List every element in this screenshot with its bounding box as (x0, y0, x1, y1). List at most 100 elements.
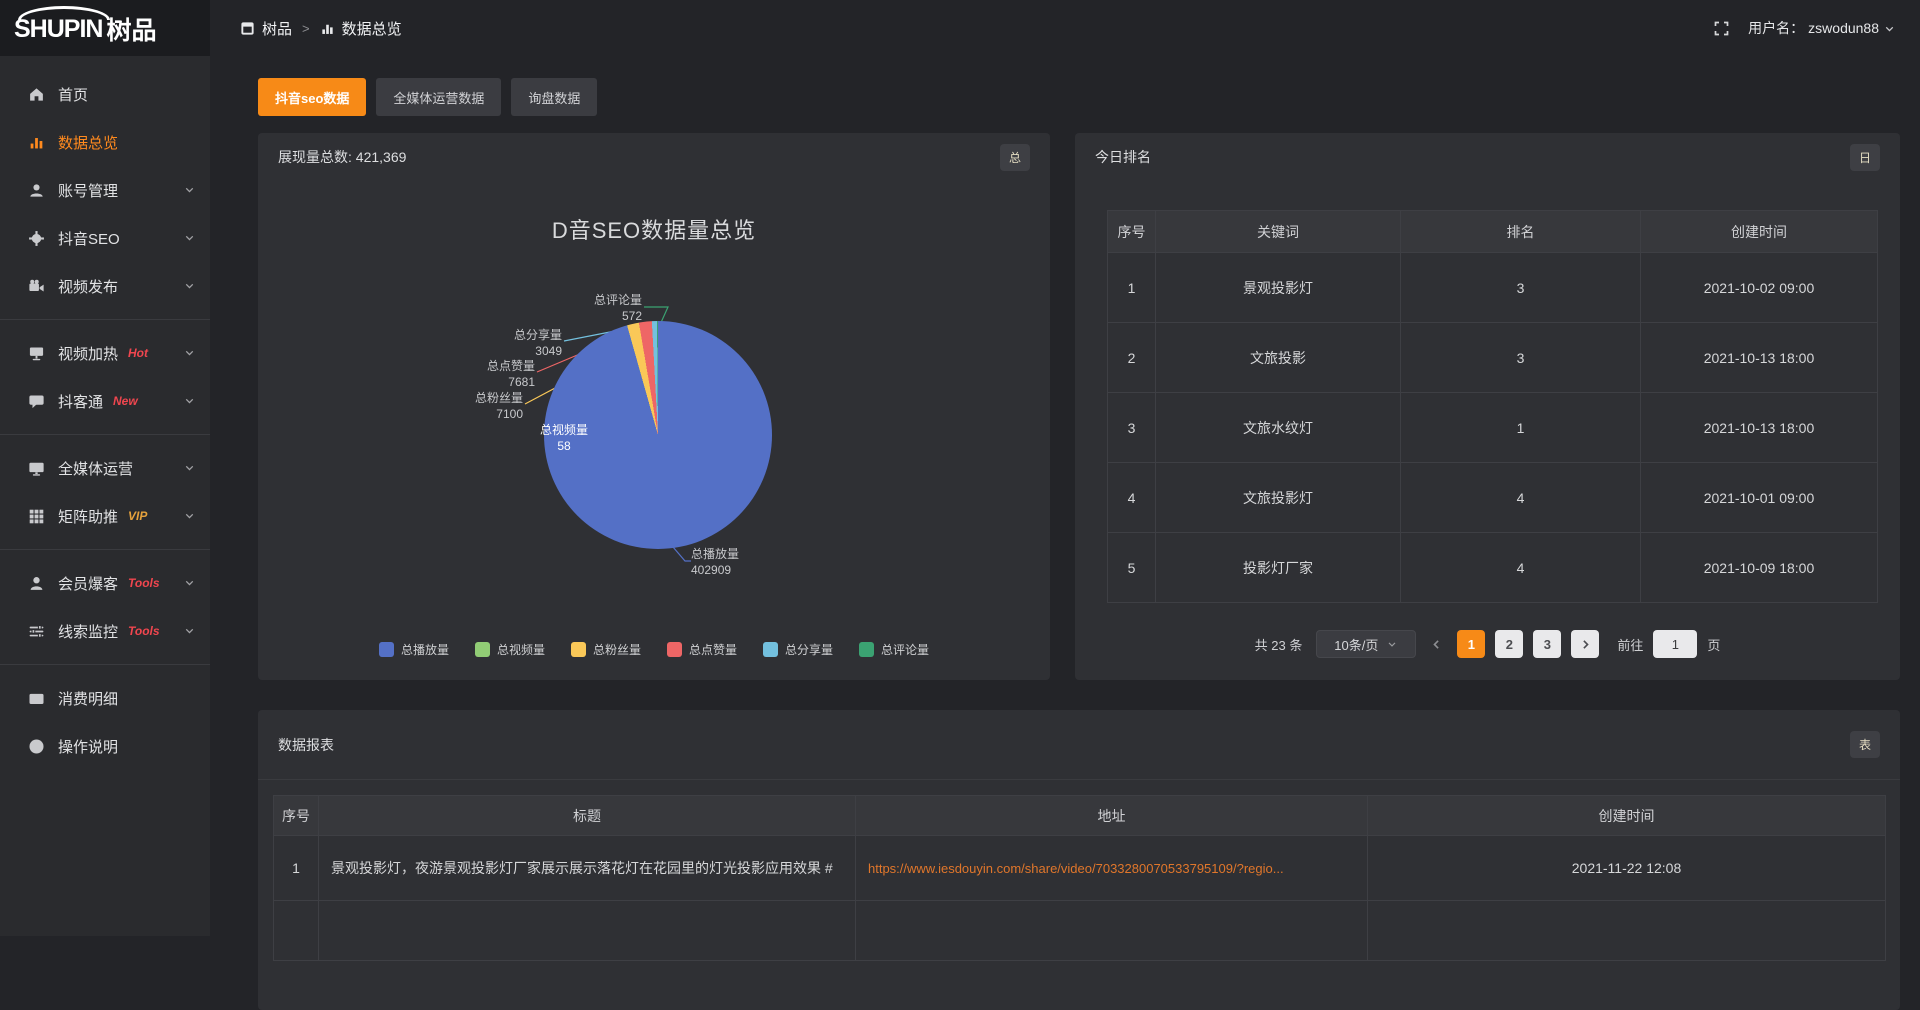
wallet-icon (28, 690, 45, 707)
breadcrumb: 树品 > 数据总览 (240, 0, 402, 56)
page-button-3[interactable]: 3 (1533, 630, 1561, 658)
pie-chart: D音SEO数据量总览 总评论量572 总分享量3049 总点赞量7681 总粉丝… (258, 181, 1050, 680)
cell-keyword: 文旅投影 (1156, 323, 1401, 393)
ranking-row: 4 文旅投影灯 4 2021-10-01 09:00 (1108, 463, 1878, 533)
overview-total-text: 展现量总数: 421,369 (278, 147, 406, 167)
ranking-table: 序号 关键词 排名 创建时间 1 景观投影灯 3 2021-10-02 09:0… (1107, 210, 1878, 603)
chevron-down-icon (183, 509, 196, 522)
page-button-1[interactable]: 1 (1457, 630, 1485, 658)
user-menu[interactable]: 用户名： zswodun88 (1748, 18, 1896, 38)
cell-created: 2021-10-09 18:00 (1641, 533, 1878, 603)
prev-page-button[interactable] (1426, 638, 1447, 651)
report-table: 序号 标题 地址 创建时间 1 景观投影灯，夜游景观投影灯厂家展示展示落花灯在花… (273, 795, 1886, 961)
sidebar-divider (0, 319, 210, 320)
username-label: 用户名： (1748, 18, 1804, 38)
pagination: 共 23 条 10条/页 1 2 3 前往 页 (1075, 630, 1900, 658)
cell-rank: 4 (1401, 463, 1641, 533)
chevron-down-icon (183, 394, 196, 407)
cell-created: 2021-10-02 09:00 (1641, 253, 1878, 323)
cell-rank: 4 (1401, 533, 1641, 603)
ranking-title: 今日排名 (1095, 147, 1151, 167)
cell-index: 1 (1108, 253, 1156, 323)
col-created: 创建时间 (1368, 796, 1886, 836)
data-tabs: 抖音seo数据 全媒体运营数据 询盘数据 (258, 78, 597, 116)
video-camera-icon (28, 278, 45, 295)
grid-icon (28, 508, 45, 525)
sidebar-item-video-publish[interactable]: 视频发布 (0, 262, 210, 310)
tab-inquiry[interactable]: 询盘数据 (511, 78, 597, 116)
ranking-row: 3 文旅水纹灯 1 2021-10-13 18:00 (1108, 393, 1878, 463)
sidebar-item-member-baoke[interactable]: 会员爆客 Tools (0, 559, 210, 607)
chevron-down-icon (1883, 22, 1896, 35)
username-value: zswodun88 (1808, 20, 1879, 36)
legend-item-videos[interactable]: 总视频量 (475, 641, 545, 658)
col-index: 序号 (1108, 211, 1156, 253)
cell-keyword: 文旅水纹灯 (1156, 393, 1401, 463)
legend-item-comments[interactable]: 总评论量 (859, 641, 929, 658)
logo-arc (18, 6, 110, 20)
sidebar-item-douyin-seo[interactable]: 抖音SEO (0, 214, 210, 262)
cell-created: 2021-10-01 09:00 (1641, 463, 1878, 533)
breadcrumb-root[interactable]: 树品 (262, 18, 292, 39)
logo: SHUPIN 树品 (0, 0, 210, 56)
legend-item-plays[interactable]: 总播放量 (379, 641, 449, 658)
sidebar-item-consumption[interactable]: 消费明细 (0, 674, 210, 722)
sidebar-item-matrix-boost[interactable]: 矩阵助推 VIP (0, 492, 210, 540)
cell-title: 景观投影灯，夜游景观投影灯厂家展示展示落花灯在花园里的灯光投影应用效果 # (319, 836, 856, 901)
total-badge-button[interactable]: 总 (1000, 144, 1030, 171)
table-badge-button[interactable]: 表 (1850, 731, 1880, 758)
sidebar-divider (0, 434, 210, 435)
fullscreen-icon[interactable] (1713, 20, 1730, 37)
overview-panel: 展现量总数: 421,369 总 D音SEO数据量总览 总评论量572 总分享量… (258, 133, 1050, 680)
sidebar-divider (0, 664, 210, 665)
sidebar-item-douketong[interactable]: 抖客通 New (0, 377, 210, 425)
chevron-right-icon (1579, 638, 1592, 651)
ranking-header-row: 序号 关键词 排名 创建时间 (1108, 211, 1878, 253)
day-badge-button[interactable]: 日 (1850, 144, 1880, 171)
new-tag: New (113, 394, 138, 408)
pie-label-comments: 总评论量572 (594, 293, 642, 324)
chart-legend: 总播放量 总视频量 总粉丝量 总点赞量 总分享量 总评论量 (258, 641, 1050, 658)
sidebar-item-help[interactable]: ? 操作说明 (0, 722, 210, 770)
chevron-down-icon (183, 461, 196, 474)
sidebar-item-account[interactable]: 账号管理 (0, 166, 210, 214)
sidebar-divider (0, 549, 210, 550)
pie-label-likes: 总点赞量7681 (487, 359, 535, 390)
chat-bubble-icon (28, 393, 45, 410)
page-button-2[interactable]: 2 (1495, 630, 1523, 658)
sliders-icon (28, 623, 45, 640)
cell-keyword: 文旅投影灯 (1156, 463, 1401, 533)
pie-label-fans: 总粉丝量7100 (475, 391, 523, 422)
breadcrumb-separator: > (302, 21, 310, 36)
cell-index: 4 (1108, 463, 1156, 533)
sidebar-item-video-heat[interactable]: 视频加热 Hot (0, 329, 210, 377)
video-link[interactable]: https://www.iesdouyin.com/share/video/70… (868, 861, 1284, 876)
legend-item-shares[interactable]: 总分享量 (763, 641, 833, 658)
cell-keyword: 景观投影灯 (1156, 253, 1401, 323)
cell-created: 2021-10-13 18:00 (1641, 393, 1878, 463)
svg-text:?: ? (34, 741, 40, 752)
col-url: 地址 (856, 796, 1368, 836)
page-size-select[interactable]: 10条/页 (1316, 630, 1416, 658)
legend-item-likes[interactable]: 总点赞量 (667, 641, 737, 658)
goto-label: 前往 (1617, 635, 1643, 654)
tab-douyin-seo[interactable]: 抖音seo数据 (258, 78, 366, 116)
next-page-button[interactable] (1571, 630, 1599, 658)
monitor-icon (28, 460, 45, 477)
logo-text-cn: 树品 (106, 11, 156, 47)
tab-media-operation[interactable]: 全媒体运营数据 (376, 78, 501, 116)
sidebar-item-data-overview[interactable]: 数据总览 (0, 118, 210, 166)
vip-tag: VIP (128, 509, 147, 523)
ranking-panel: 今日排名 日 序号 关键词 排名 创建时间 1 景观投影灯 3 2021-10-… (1075, 133, 1900, 680)
chevron-down-icon (1386, 638, 1398, 650)
chevron-down-icon (183, 624, 196, 637)
ranking-row: 2 文旅投影 3 2021-10-13 18:00 (1108, 323, 1878, 393)
goto-page-input[interactable] (1653, 630, 1697, 658)
sidebar-item-home[interactable]: 首页 (0, 70, 210, 118)
legend-item-fans[interactable]: 总粉丝量 (571, 641, 641, 658)
sidebar-item-media-operation[interactable]: 全媒体运营 (0, 444, 210, 492)
sidebar-item-lead-monitor[interactable]: 线索监控 Tools (0, 607, 210, 655)
cell-created: 2021-11-22 12:08 (1368, 836, 1886, 901)
app-window-icon (240, 21, 255, 36)
chevron-down-icon (183, 279, 196, 292)
